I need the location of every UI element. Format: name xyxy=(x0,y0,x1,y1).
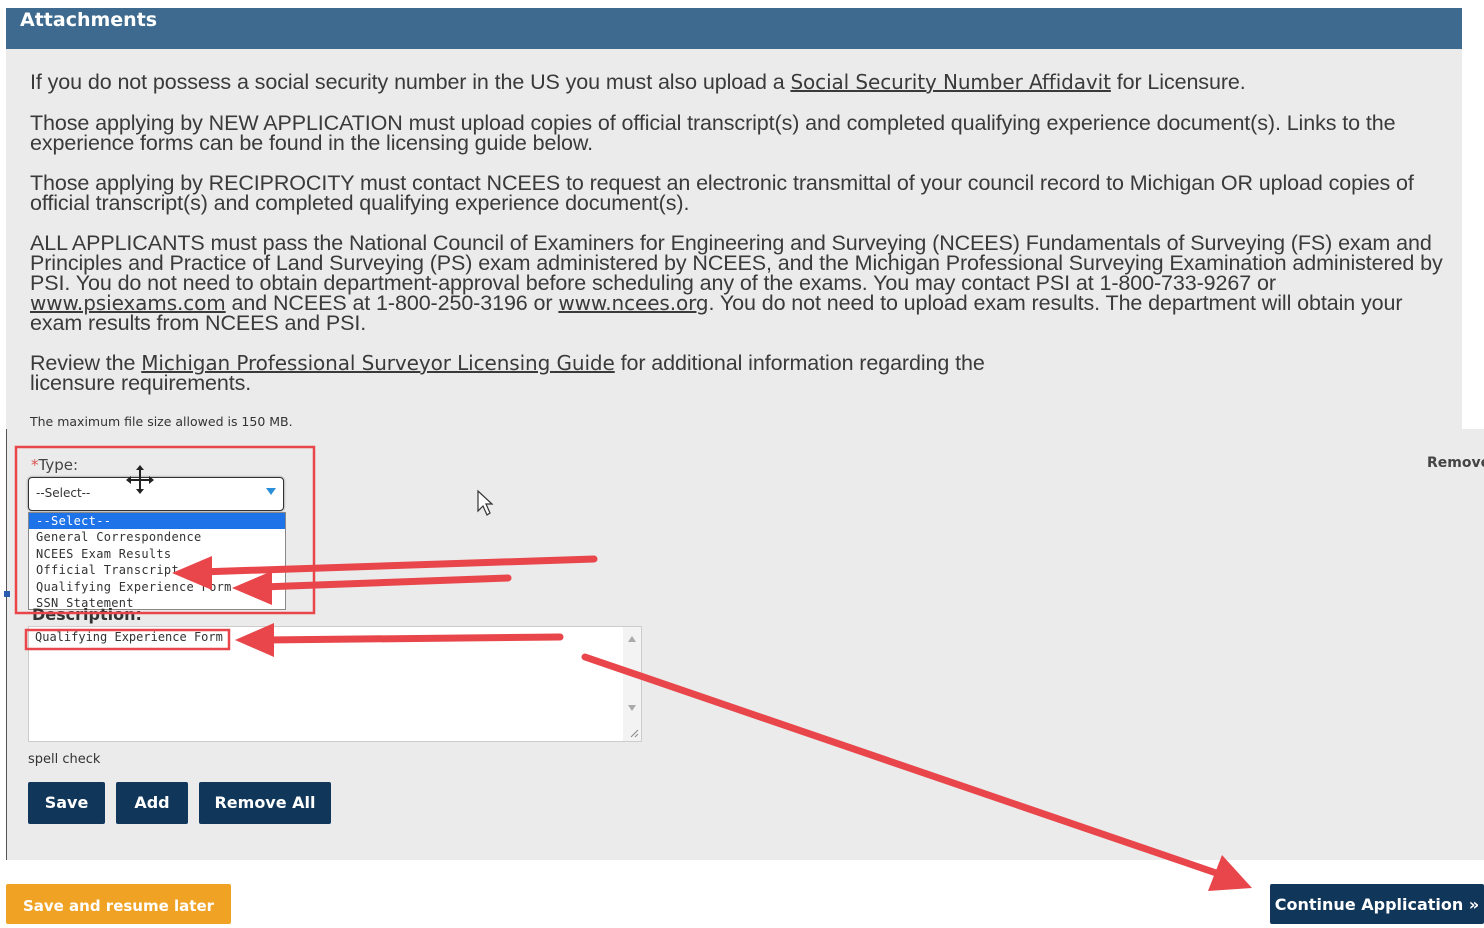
description-value: Qualifying Experience Form xyxy=(35,630,223,644)
section-title: Attachments xyxy=(20,9,158,31)
textarea-scrollbar[interactable] xyxy=(623,627,641,741)
dropdown-option-ncees-exam-results[interactable]: NCEES Exam Results xyxy=(29,546,285,562)
ssn-paragraph: If you do not possess a social security … xyxy=(30,70,1246,94)
required-marker: * xyxy=(31,456,39,474)
save-resume-later-button[interactable]: Save and resume later xyxy=(6,884,231,924)
add-button[interactable]: Add xyxy=(116,782,188,824)
scroll-arrows-icon xyxy=(628,636,639,738)
reciprocity-paragraph: Those applying by RECIPROCITY must conta… xyxy=(30,171,1414,215)
ncees-link[interactable]: www.ncees.org xyxy=(558,291,708,315)
description-textarea[interactable]: Qualifying Experience Form xyxy=(28,626,642,742)
attachments-header: Attachments xyxy=(6,8,1462,49)
remove-link[interactable]: Remove xyxy=(1427,455,1484,471)
new-application-paragraph: Those applying by NEW APPLICATION must u… xyxy=(30,111,1396,155)
chevron-down-icon xyxy=(266,488,276,495)
type-dropdown-list[interactable]: --Select-- General Correspondence NCEES … xyxy=(28,512,286,610)
spell-check-link[interactable]: spell check xyxy=(28,752,100,767)
continue-application-button[interactable]: Continue Application » xyxy=(1270,884,1484,924)
type-select-value: --Select-- xyxy=(36,486,91,500)
dropdown-option-general-correspondence[interactable]: General Correspondence xyxy=(29,529,285,545)
licensing-guide-paragraph: Review the Michigan Professional Surveyo… xyxy=(30,351,985,395)
dropdown-option-official-transcript[interactable]: Official Transcript xyxy=(29,562,285,578)
max-file-size-note: The maximum file size allowed is 150 MB. xyxy=(30,414,293,429)
type-label: *Type: xyxy=(31,456,79,474)
ssn-affidavit-link[interactable]: Social Security Number Affidavit xyxy=(790,70,1111,94)
remove-all-button[interactable]: Remove All xyxy=(199,782,331,824)
save-button[interactable]: Save xyxy=(28,782,105,824)
description-label: Description: xyxy=(32,605,142,624)
dropdown-option-qualifying-experience-form[interactable]: Qualifying Experience Form xyxy=(29,579,285,595)
all-applicants-paragraph: ALL APPLICANTS must pass the National Co… xyxy=(30,231,1443,335)
dropdown-option-select[interactable]: --Select-- xyxy=(29,513,285,530)
type-select[interactable]: --Select-- xyxy=(28,477,284,511)
